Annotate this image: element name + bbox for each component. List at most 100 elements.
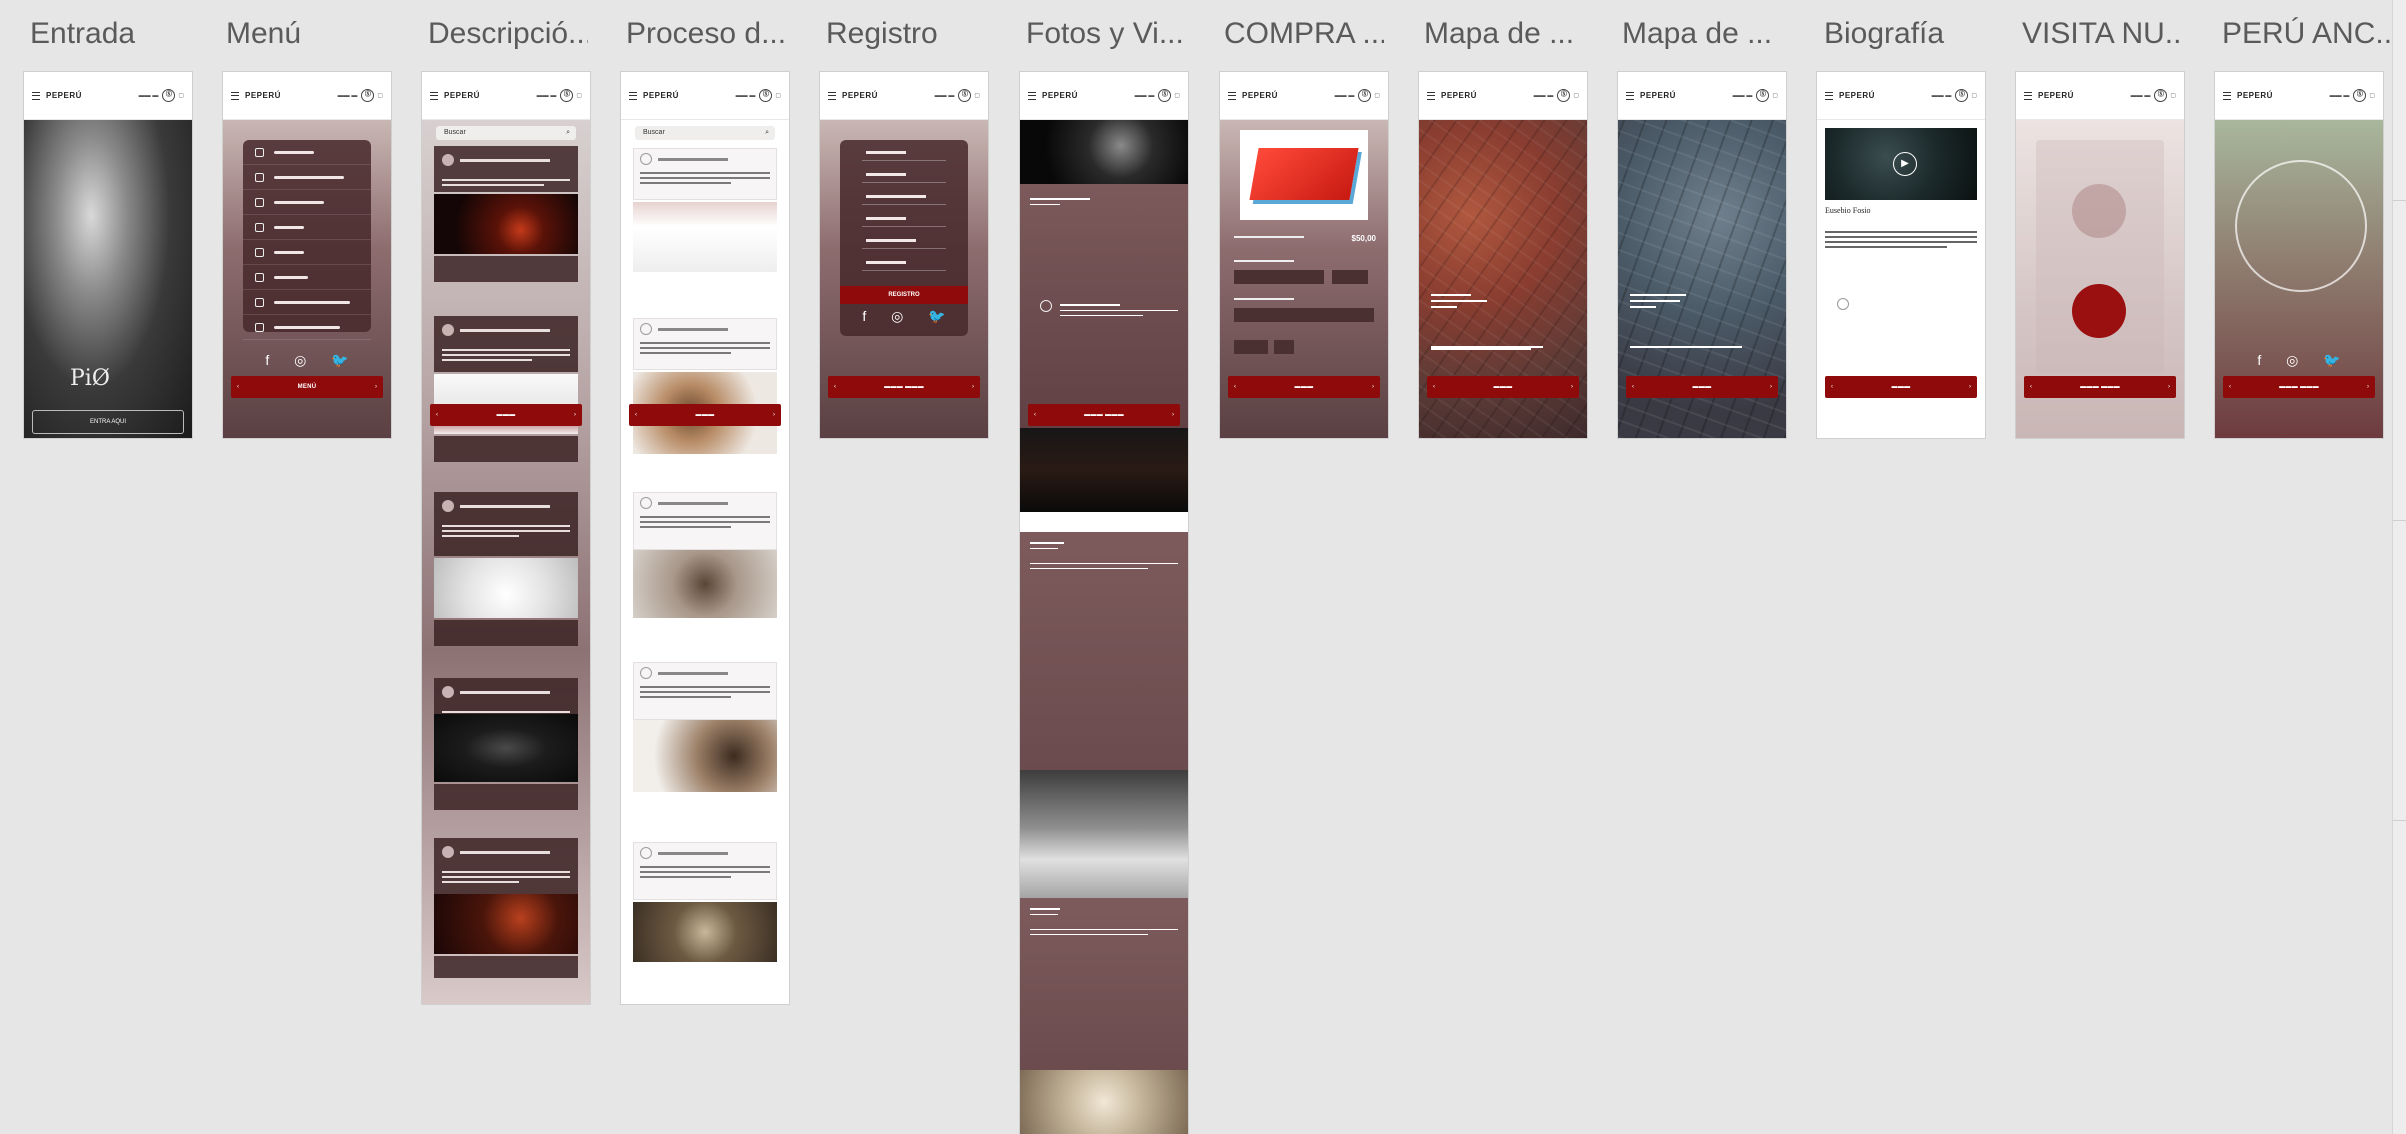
menu-item[interactable] <box>243 140 371 165</box>
artboard-registro[interactable]: PEPERÚ ▬▬ ▬ Ⓢ ▢ REGISTRO f ◎ 🐦 ‹ ▬▬▬ ▬▬▬ › <box>820 72 988 438</box>
name-field[interactable] <box>862 146 946 161</box>
map-view[interactable]: ‹ ▬▬▬ › <box>1618 120 1786 438</box>
post-card[interactable] <box>633 148 777 200</box>
enter-button[interactable]: ENTRA AQUI <box>32 410 184 434</box>
artboard-biografia[interactable]: PEPERÚ ▬▬ ▬ Ⓢ ▢ ▶ Eusebio Fosio ‹ ▬▬▬ › <box>1817 72 1985 438</box>
menu-item[interactable] <box>243 265 371 290</box>
menu-item[interactable] <box>243 215 371 240</box>
museum-logo-icon[interactable] <box>2072 284 2126 338</box>
menu-icon[interactable] <box>2024 91 2032 100</box>
lastname-field[interactable] <box>862 168 946 183</box>
cvv-field[interactable] <box>1274 340 1294 354</box>
menu-button[interactable]: ‹ MENÚ › <box>231 376 383 398</box>
cart-icon[interactable]: ▢ <box>576 92 582 99</box>
artboard-entrada[interactable]: PEPERÚ ▬▬ ▬ Ⓢ ▢ PiØ ENTRA AQUI <box>24 72 192 438</box>
twitter-icon[interactable]: 🐦 <box>928 308 945 325</box>
post-card[interactable] <box>633 842 777 900</box>
cart-icon[interactable]: ▢ <box>1971 92 1977 99</box>
name-field[interactable] <box>1234 308 1374 322</box>
cart-icon[interactable]: ▢ <box>974 92 980 99</box>
bottom-nav-button[interactable]: ‹ ▬▬▬ › <box>629 404 781 426</box>
profile-icon[interactable]: Ⓢ <box>958 89 972 102</box>
profile-icon[interactable]: Ⓢ <box>1158 89 1172 102</box>
menu-icon[interactable] <box>2223 91 2231 100</box>
chevron-right-icon[interactable]: › <box>1770 384 1772 390</box>
menu-item[interactable] <box>243 315 371 340</box>
bottom-nav-button[interactable]: ‹ ▬▬▬ ▬▬▬ › <box>828 376 980 398</box>
profile-icon[interactable]: Ⓢ <box>1756 89 1770 102</box>
card-type-field[interactable] <box>1332 270 1368 284</box>
menu-item[interactable] <box>243 165 371 190</box>
chevron-right-icon[interactable]: › <box>574 412 576 418</box>
instagram-icon[interactable]: ◎ <box>891 308 903 325</box>
menu-item[interactable] <box>243 290 371 315</box>
menu-icon[interactable] <box>1427 91 1435 100</box>
artboard-menu[interactable]: PEPERÚ ▬▬ ▬ Ⓢ ▢ f ◎ 🐦 ‹ MENÚ › <box>223 72 391 438</box>
artboard-fotos[interactable]: PEPERÚ ▬▬ ▬ Ⓢ ▢ ‹ ▬▬▬ ▬▬▬ › <box>1020 72 1188 1134</box>
menu-icon[interactable] <box>1228 91 1236 100</box>
bottom-nav-button[interactable]: ‹ ▬▬▬ › <box>1825 376 1977 398</box>
post-card[interactable] <box>434 492 578 556</box>
facebook-icon[interactable]: f <box>862 308 866 325</box>
artboard-label-compra[interactable]: COMPRA ... <box>1224 14 1384 54</box>
cart-icon[interactable]: ▢ <box>377 92 383 99</box>
profile-icon[interactable]: Ⓢ <box>361 89 375 102</box>
artboard-label-peru[interactable]: PERÚ ANC... <box>2222 14 2390 54</box>
artboard-label-proceso[interactable]: Proceso d... <box>626 14 786 54</box>
chevron-right-icon[interactable]: › <box>375 384 377 390</box>
menu-item[interactable] <box>243 190 371 215</box>
artboard-label-mapa-2[interactable]: Mapa de ... <box>1622 14 1782 54</box>
cart-icon[interactable]: ▢ <box>2170 92 2176 99</box>
search-input[interactable]: Buscar ⌕ <box>436 126 576 140</box>
cart-icon[interactable]: ▢ <box>1174 92 1180 99</box>
profile-icon[interactable]: Ⓢ <box>1358 89 1372 102</box>
cart-icon[interactable]: ▢ <box>1772 92 1778 99</box>
menu-icon[interactable] <box>231 91 239 100</box>
menu-icon[interactable] <box>629 91 637 100</box>
profile-icon[interactable]: Ⓢ <box>759 89 773 102</box>
artboard-label-entrada[interactable]: Entrada <box>30 14 140 54</box>
cart-icon[interactable]: ▢ <box>1374 92 1380 99</box>
post-card[interactable] <box>434 146 578 192</box>
chevron-right-icon[interactable]: › <box>1571 384 1573 390</box>
artboard-compra[interactable]: PEPERÚ ▬▬ ▬ Ⓢ ▢ $50,00 ‹ ▬▬▬ › <box>1220 72 1388 438</box>
chevron-right-icon[interactable]: › <box>2367 384 2369 390</box>
twitter-icon[interactable]: 🐦 <box>331 352 348 369</box>
menu-icon[interactable] <box>1825 91 1833 100</box>
menu-icon[interactable] <box>1626 91 1634 100</box>
profile-icon[interactable]: Ⓢ <box>1557 89 1571 102</box>
artboard-label-descripcion[interactable]: Descripció... <box>428 14 588 54</box>
artboard-label-biografia[interactable]: Biografía <box>1824 14 1974 54</box>
artboard-mapa-1[interactable]: PEPERÚ ▬▬ ▬ Ⓢ ▢ ‹ ▬▬▬ › <box>1419 72 1587 438</box>
post-card[interactable] <box>633 318 777 370</box>
artboard-descripcion[interactable]: PEPERÚ ▬▬ ▬ Ⓢ ▢ Buscar ⌕ ‹ ▬▬▬ › <box>422 72 590 1004</box>
bottom-nav-button[interactable]: ‹ ▬▬▬ ▬▬▬ › <box>1028 404 1180 426</box>
post-card[interactable] <box>633 662 777 720</box>
menu-icon[interactable] <box>828 91 836 100</box>
expiry-field[interactable] <box>1234 340 1268 354</box>
chevron-right-icon[interactable]: › <box>1969 384 1971 390</box>
facebook-icon[interactable]: f <box>265 352 269 369</box>
buy-button[interactable]: ‹ ▬▬▬ › <box>1228 376 1380 398</box>
profile-icon[interactable]: Ⓢ <box>2154 89 2168 102</box>
gallery-logo-icon[interactable] <box>2072 184 2126 238</box>
artboard-label-menu[interactable]: Menú <box>226 14 336 54</box>
facebook-icon[interactable]: f <box>2257 352 2261 369</box>
user-field[interactable] <box>862 212 946 227</box>
cart-icon[interactable]: ▢ <box>1573 92 1579 99</box>
search-icon[interactable]: ⌕ <box>765 126 769 140</box>
video-player[interactable]: ▶ <box>1825 128 1977 200</box>
artboard-label-visita[interactable]: VISITA NU... <box>2022 14 2182 54</box>
chevron-right-icon[interactable]: › <box>773 412 775 418</box>
email-field[interactable] <box>862 190 946 205</box>
chevron-right-icon[interactable]: › <box>1372 384 1374 390</box>
cart-icon[interactable]: ▢ <box>775 92 781 99</box>
play-icon[interactable]: ▶ <box>1893 152 1917 176</box>
post-card[interactable] <box>434 316 578 372</box>
post-card[interactable] <box>633 492 777 550</box>
bottom-nav-button[interactable]: ‹ ▬▬▬ ▬▬▬ › <box>2223 376 2375 398</box>
profile-icon[interactable]: Ⓢ <box>1955 89 1969 102</box>
bottom-nav-button[interactable]: ‹ ▬▬▬ › <box>1427 376 1579 398</box>
profile-icon[interactable]: Ⓢ <box>560 89 574 102</box>
menu-item[interactable] <box>243 240 371 265</box>
